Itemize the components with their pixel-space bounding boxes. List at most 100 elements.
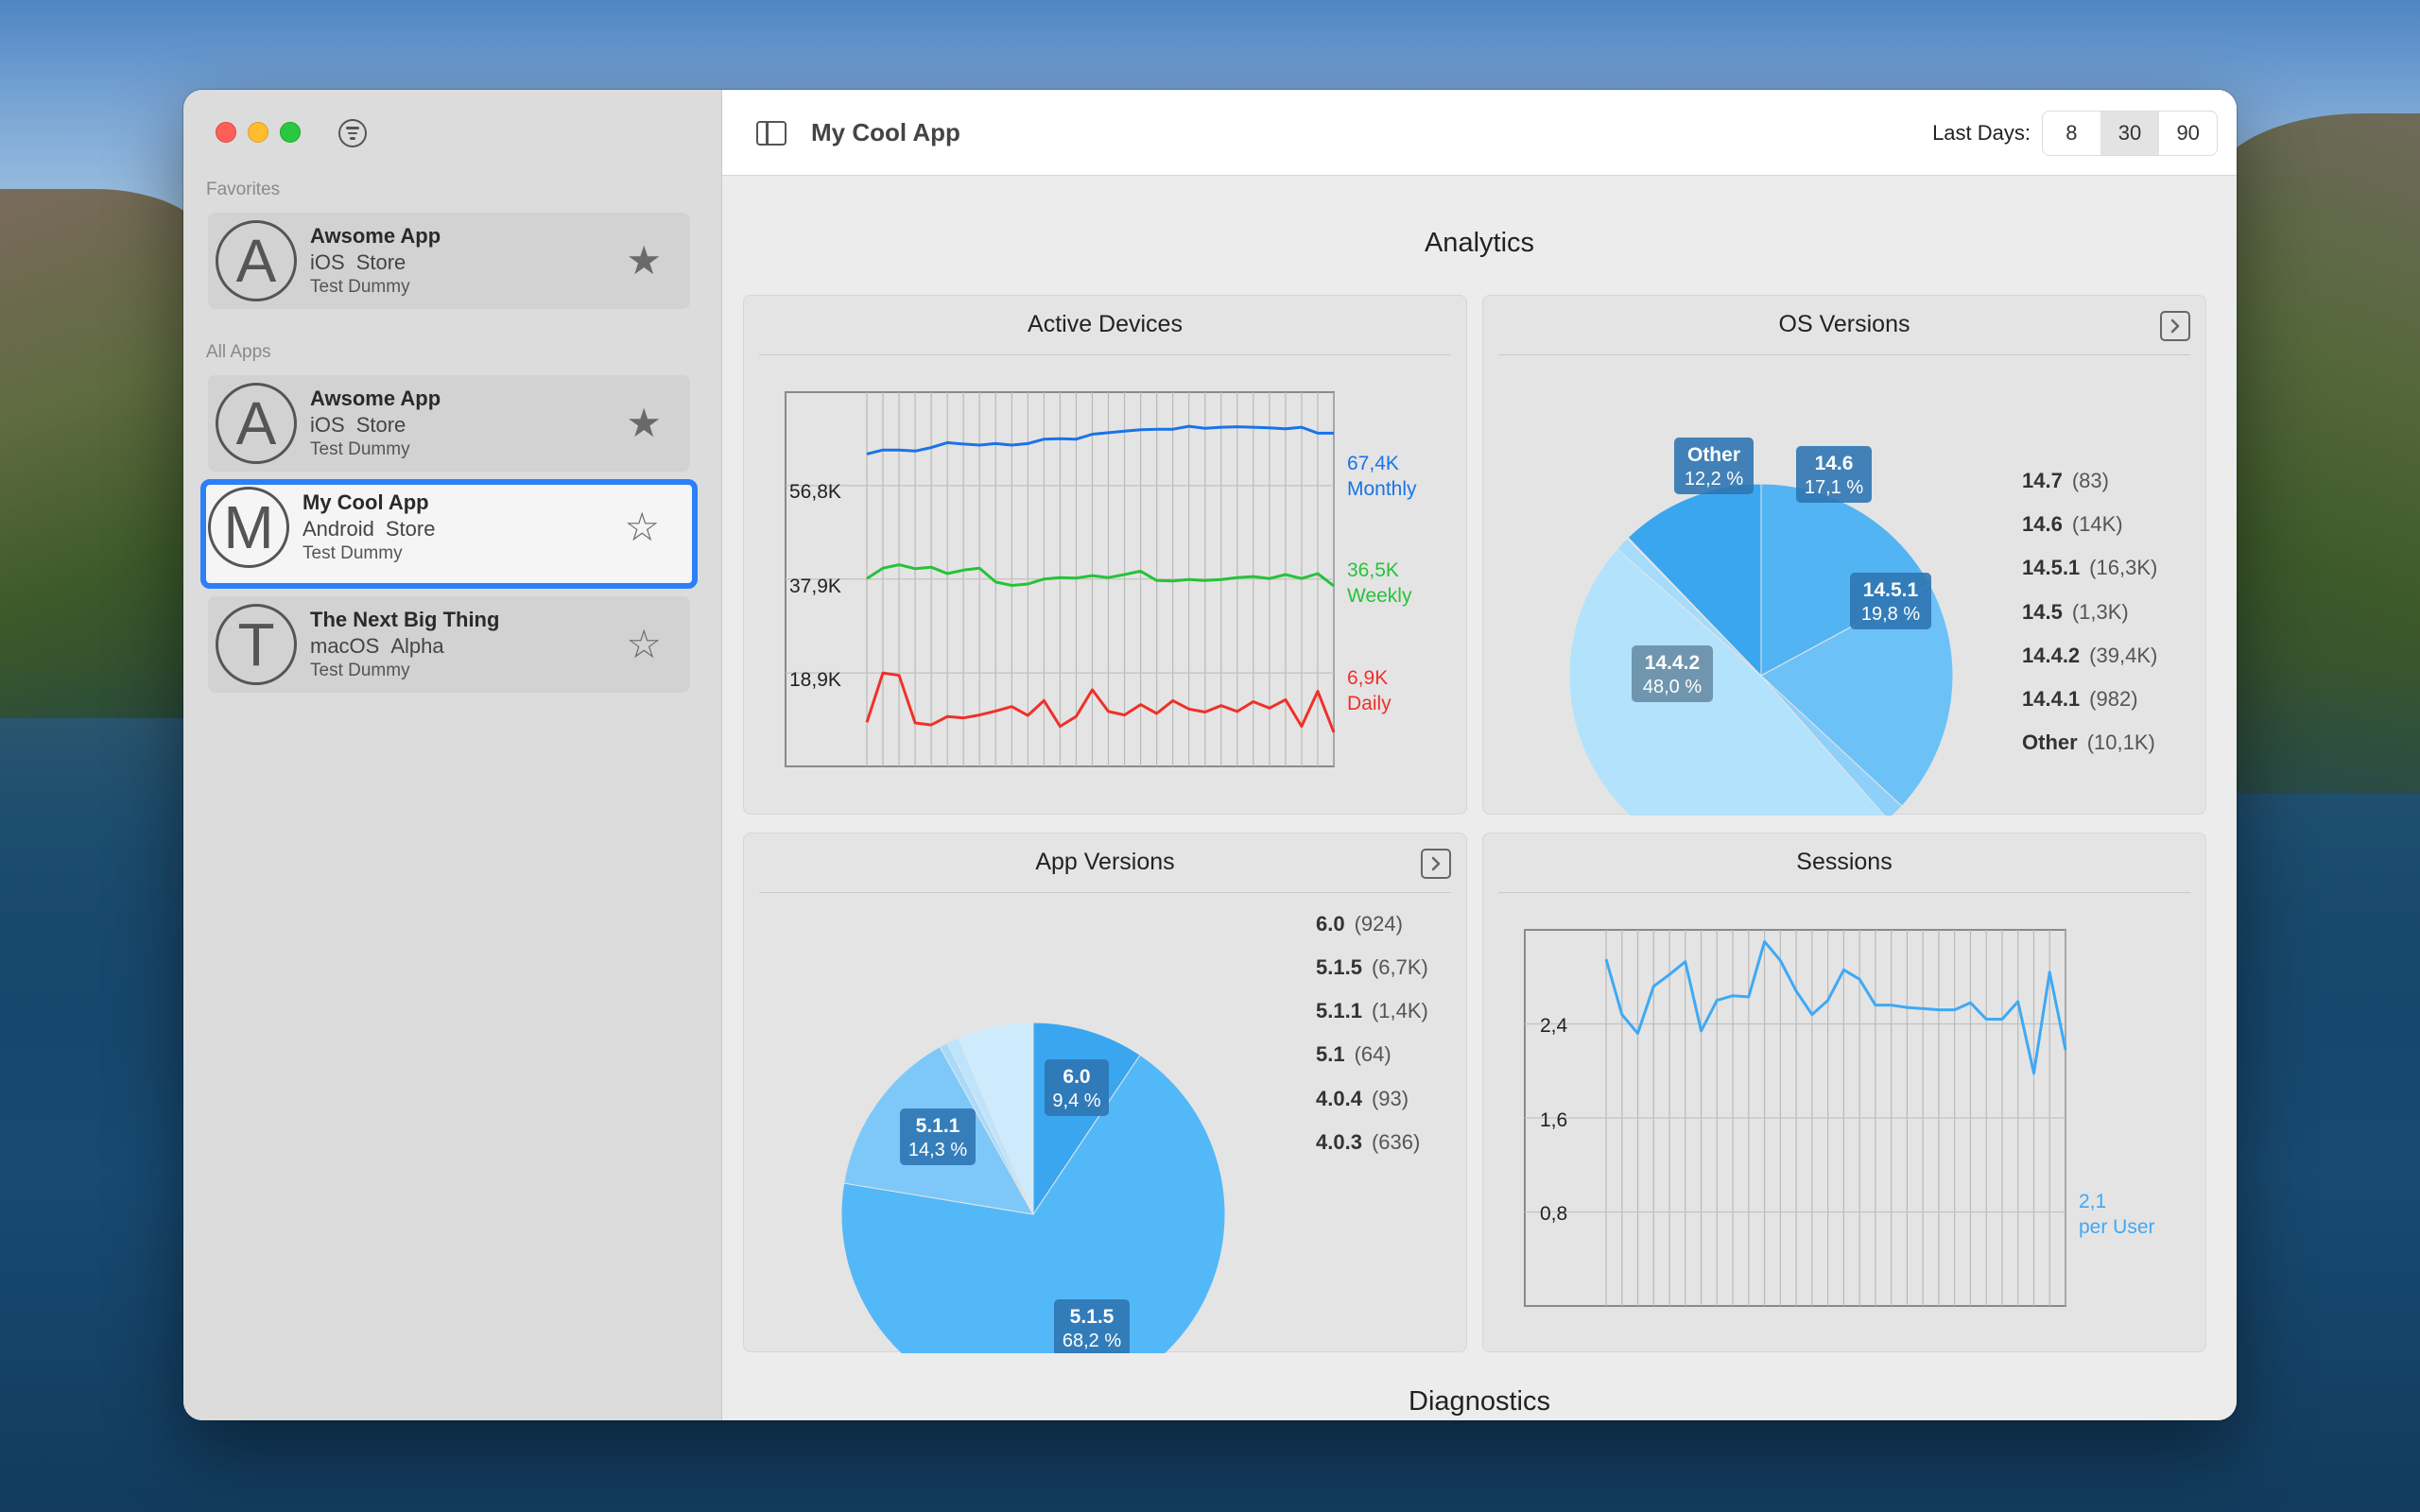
app-store: Store xyxy=(355,250,406,274)
app-store: Store xyxy=(355,413,406,437)
series-line-monthly xyxy=(866,424,1334,455)
app-legend: 6.0 (924) 5.1.5 (6,7K) 5.1.1 (1,4K) 5.1 (64)… xyxy=(1316,912,1428,1154)
legend-name: 5.1.1 xyxy=(1316,999,1362,1022)
slice-label-pct: 9,4 % xyxy=(1052,1091,1100,1111)
panel-app-versions: App Versions 6.0 (924) 5.1.5 (6,7K) 5.1.1(… xyxy=(743,833,1467,1353)
close-window-button[interactable] xyxy=(216,122,236,143)
legend-item-6-0: 6.0 (924) xyxy=(1316,912,1403,936)
slice-label-name: 14.5.1 xyxy=(1863,579,1919,601)
app-platform: macOS xyxy=(310,634,380,658)
sessions-chart: 2,4 1,6 0,8 2,1 per User xyxy=(1524,929,2155,1307)
y-tick-label: 2,4 xyxy=(1540,1015,1568,1037)
app-owner: Test Dummy xyxy=(310,439,410,459)
legend-count: (16,3K) xyxy=(2089,556,2157,579)
last-days-label: Last Days: xyxy=(1932,121,2031,145)
legend-item-4-0-4: 4.0.4 (93) xyxy=(1316,1087,1409,1110)
legend-count: (39,4K) xyxy=(2089,644,2157,667)
panel-active-devices: Active Devices 56,8K 37,9K 18,9K 67,4K M… xyxy=(743,295,1467,815)
slice-label-other: Other 12,2 % xyxy=(1674,438,1754,494)
slice-label-name: 5.1.5 xyxy=(1070,1306,1115,1328)
app-name: My Cool App xyxy=(302,490,429,514)
app-platform: Android xyxy=(302,517,374,541)
app-item-the-next-big-thing[interactable]: T The Next Big Thing macOS Alpha Test Dum… xyxy=(208,596,690,693)
series-value-daily: 6,9K xyxy=(1347,667,1388,689)
app-versions-chart: 6.0 (924) 5.1.5 (6,7K) 5.1.1 (1,4K) 5.1 (64)… xyxy=(840,912,1428,1353)
slice-label-14-5-1: 14.5.1 19,8 % xyxy=(1850,573,1931,629)
legend-name: 14.4.1 xyxy=(2022,687,2080,711)
legend-item-14-5-1: 14.5.1 (16,3K) xyxy=(2022,556,2157,579)
legend-name: 4.0.3 xyxy=(1316,1130,1362,1154)
favorite-item-awsome-app[interactable]: A Awsome App iOS Store Test Dummy ★ xyxy=(208,213,690,309)
legend-item-14-7: 14.7 (83) xyxy=(2022,469,2109,492)
star-filled-icon[interactable]: ★ xyxy=(626,241,662,281)
wallpaper-hill-left xyxy=(0,189,208,718)
y-tick-label: 18,9K xyxy=(789,669,841,691)
legend-count: (10,1K) xyxy=(2087,730,2155,754)
slice-label-14-6: 14.6 17,1 % xyxy=(1796,446,1872,503)
legend-count: (924) xyxy=(1355,912,1403,936)
app-platform-line: macOS Alpha xyxy=(310,634,444,659)
sidebar: Favorites A Awsome App iOS Store Test Dum… xyxy=(183,90,722,1420)
app-avatar: T xyxy=(216,604,297,685)
section-title-analytics: Analytics xyxy=(1424,228,1535,258)
toolbar: My Cool App Last Days: 8 30 90 xyxy=(722,90,2237,176)
slice-label-name: 5.1.1 xyxy=(916,1115,960,1137)
app-item-awsome-app[interactable]: A Awsome App iOS Store Test Dummy ★ xyxy=(208,375,690,472)
legend-item-14-5: 14.5 (1,3K) xyxy=(2022,600,2129,624)
window-controls xyxy=(216,122,301,143)
legend-count: (83) xyxy=(2072,469,2109,492)
sidebar-toggle-icon[interactable] xyxy=(756,121,786,146)
slice-label-5-1-5: 5.1.5 68,2 % xyxy=(1054,1299,1130,1353)
range-8-button[interactable]: 8 xyxy=(2043,112,2101,155)
slice-label-6-0: 6.0 9,4 % xyxy=(1045,1059,1109,1116)
slice-label-name: 14.4.2 xyxy=(1645,652,1700,674)
app-platform: iOS xyxy=(310,413,345,437)
os-versions-chart: 14.7 (83) 14.6 (14K) 14.5.1 (16,3K) 14.5 (1,… xyxy=(1568,438,2157,816)
legend-item-other: Other (10,1K) xyxy=(2022,730,2155,754)
series-name-weekly: Weekly xyxy=(1347,585,1412,607)
legend-name: 14.7 xyxy=(2022,469,2063,492)
zoom-window-button[interactable] xyxy=(280,122,301,143)
y-tick-label: 56,8K xyxy=(789,481,841,503)
slice-label-pct: 14,3 % xyxy=(908,1140,967,1160)
series-unit: per User xyxy=(2079,1216,2155,1238)
star-filled-icon[interactable]: ★ xyxy=(626,404,662,443)
app-store: Alpha xyxy=(390,634,444,658)
os-legend: 14.7 (83) 14.6 (14K) 14.5.1 (16,3K) 14.5 (1,… xyxy=(2022,469,2157,754)
app-store: Store xyxy=(385,517,436,541)
app-owner: Test Dummy xyxy=(310,661,410,680)
minimize-window-button[interactable] xyxy=(248,122,268,143)
main-content: My Cool App Last Days: 8 30 90 Analytics… xyxy=(722,90,2237,1420)
legend-name: 14.5.1 xyxy=(2022,556,2080,579)
range-90-button[interactable]: 90 xyxy=(2159,112,2217,155)
filter-icon[interactable] xyxy=(338,119,367,147)
star-outline-icon[interactable]: ☆ xyxy=(626,625,662,664)
legend-item-5-1-5: 5.1.5 (6,7K) xyxy=(1316,955,1428,979)
last-days-segmented-control: 8 30 90 xyxy=(2042,111,2218,156)
app-name: Awsome App xyxy=(310,387,441,410)
app-item-my-cool-app[interactable]: M My Cool App Android Store Test Dummy ☆ xyxy=(200,479,698,589)
app-avatar: A xyxy=(216,220,297,301)
slice-label-name: 6.0 xyxy=(1063,1066,1090,1088)
legend-name: Other xyxy=(2022,730,2078,754)
slice-label-pct: 19,8 % xyxy=(1861,604,1920,625)
app-avatar: M xyxy=(208,487,289,568)
legend-name: 14.5 xyxy=(2022,600,2063,624)
legend-count: (64) xyxy=(1355,1042,1392,1066)
legend-item-5-1-1: 5.1.1 (1,4K) xyxy=(1316,999,1428,1022)
slice-label-name: Other xyxy=(1687,444,1740,466)
legend-name: 6.0 xyxy=(1316,912,1345,936)
legend-count: (14K) xyxy=(2072,512,2123,536)
app-window: Favorites A Awsome App iOS Store Test Dum… xyxy=(183,90,2237,1420)
range-30-button[interactable]: 30 xyxy=(2100,112,2160,155)
all-apps-section-label: All Apps xyxy=(206,342,271,362)
app-platform-line: Android Store xyxy=(302,517,435,541)
legend-count: (1,3K) xyxy=(2072,600,2129,624)
legend-item-14-4-2: 14.4.2 (39,4K) xyxy=(2022,644,2157,667)
slice-label-pct: 12,2 % xyxy=(1685,469,1743,490)
y-tick-label: 1,6 xyxy=(1540,1109,1567,1131)
series-value-weekly: 36,5K xyxy=(1347,559,1399,581)
star-outline-icon[interactable]: ☆ xyxy=(624,507,660,547)
slice-label-name: 14.6 xyxy=(1815,453,1854,474)
panel-os-versions: OS Versions 14.7 (83) 14.6 (14K) 14.5.1 (16… xyxy=(1482,295,2206,816)
